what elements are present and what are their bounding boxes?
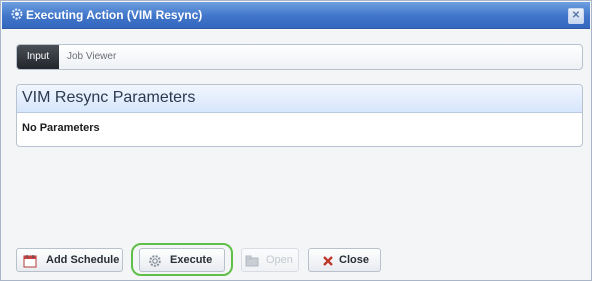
window-close-button[interactable]: ✕ — [568, 8, 584, 24]
tab-input[interactable]: Input — [17, 45, 59, 69]
execute-label: Execute — [170, 254, 213, 266]
tab-job-viewer[interactable]: Job Viewer — [67, 45, 116, 69]
gear-icon — [148, 254, 162, 268]
gear-icon — [10, 7, 24, 21]
window-title: Executing Action (VIM Resync) — [26, 8, 203, 22]
open-button[interactable]: Open — [241, 248, 299, 272]
close-label: Close — [339, 254, 369, 266]
add-schedule-label: Add Schedule — [46, 254, 120, 266]
title-bar[interactable]: Executing Action (VIM Resync) ✕ — [2, 2, 590, 29]
execute-button[interactable]: Execute — [139, 248, 225, 272]
panel-title: VIM Resync Parameters — [22, 89, 196, 106]
calendar-icon — [23, 254, 37, 268]
folder-icon — [245, 254, 259, 268]
dialog-window: Executing Action (VIM Resync) ✕ Input Jo… — [0, 0, 592, 281]
tab-bar: Input Job Viewer — [16, 44, 583, 70]
parameters-text: No Parameters — [22, 122, 100, 134]
panel-header: VIM Resync Parameters — [17, 85, 582, 113]
close-x-icon — [321, 254, 335, 268]
parameters-panel: VIM Resync Parameters No Parameters — [16, 84, 583, 147]
open-label: Open — [266, 254, 293, 266]
close-button[interactable]: Close — [308, 248, 381, 272]
add-schedule-button[interactable]: Add Schedule — [16, 248, 123, 272]
